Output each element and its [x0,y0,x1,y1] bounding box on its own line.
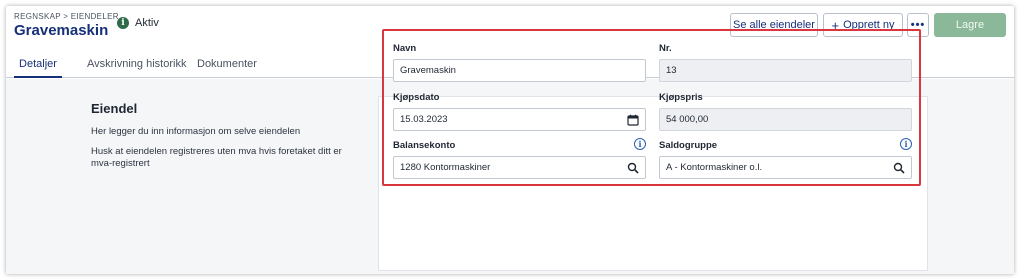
nr-label: Nr. [659,43,672,54]
kjopspris-label: Kjøpspris [659,92,703,103]
saldogruppe-field: Saldogruppe i A - Kontormaskiner o.l. [659,138,912,179]
section-text-1: Her legger du inn informasjon om selve e… [91,126,301,137]
kjopsdato-field: Kjøpsdato 15.03.2023 [393,92,646,131]
plus-icon: + [831,17,840,33]
more-options-button[interactable]: ••• [907,13,929,37]
balansekonto-label: Balansekonto [393,140,456,151]
navn-label: Navn [393,43,417,54]
kjopsdato-value: 15.03.2023 [400,114,448,125]
status-indicator: i Aktiv [117,17,159,29]
save-button[interactable]: Lagre [934,13,1006,37]
page-header: REGNSKAP > EIENDELER Gravemaskin i Aktiv… [6,6,1014,46]
calendar-icon[interactable] [627,114,639,126]
section-text-2: Husk at eiendelen registreres uten mva h… [91,146,342,169]
search-icon[interactable] [893,162,905,174]
navn-field: Navn Gravemaskin [393,43,646,82]
info-icon[interactable]: i [900,138,912,150]
tab-documents[interactable]: Dokumenter [197,58,257,78]
info-circle-icon: i [117,17,129,29]
search-icon[interactable] [627,162,639,174]
kjopsdato-input[interactable]: 15.03.2023 [393,108,646,131]
app-window: REGNSKAP > EIENDELER Gravemaskin i Aktiv… [6,6,1014,274]
balansekonto-value: 1280 Kontormaskiner [400,162,491,173]
balansekonto-field: Balansekonto i 1280 Kontormaskiner [393,138,646,179]
kjopsdato-label: Kjøpsdato [393,92,440,103]
navn-input[interactable]: Gravemaskin [393,59,646,82]
breadcrumb[interactable]: REGNSKAP > EIENDELER [14,12,119,21]
tab-details[interactable]: Detaljer [14,58,62,78]
section-title: Eiendel [91,101,138,116]
saldogruppe-value: A - Kontormaskiner o.l. [666,162,763,173]
tab-depreciation-history[interactable]: Avskrivning historikk [87,58,186,78]
kjopspris-field: Kjøpspris 54 000,00 [659,92,912,131]
balansekonto-input[interactable]: 1280 Kontormaskiner [393,156,646,179]
kjopspris-input: 54 000,00 [659,108,912,131]
see-all-assets-button[interactable]: Se alle eiendeler [730,13,818,37]
create-new-label: Opprett ny [843,19,895,31]
section-description: Eiendel Her legger du inn informasjon om… [91,101,351,178]
nr-input: 13 [659,59,912,82]
saldogruppe-input[interactable]: A - Kontormaskiner o.l. [659,156,912,179]
page-title: Gravemaskin [14,22,109,39]
saldogruppe-label: Saldogruppe [659,140,718,151]
create-new-button[interactable]: + Opprett ny [823,13,903,37]
status-label: Aktiv [135,17,159,29]
info-icon[interactable]: i [634,138,646,150]
nr-field: Nr. 13 [659,43,912,82]
